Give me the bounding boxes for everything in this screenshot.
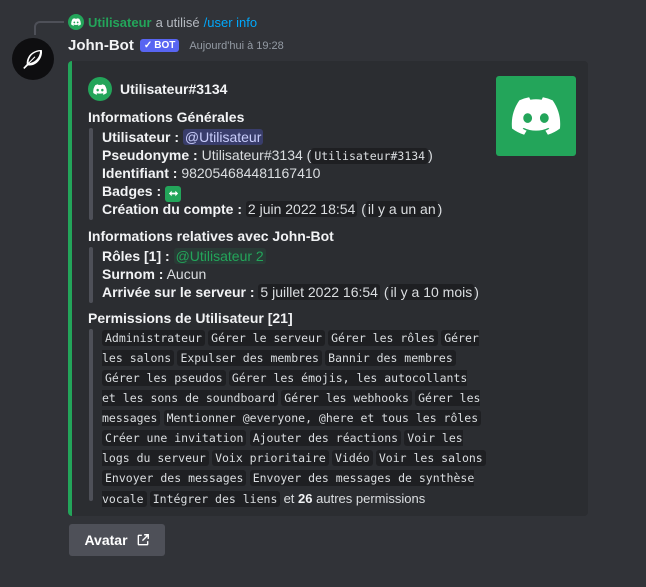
joined-relative[interactable]: il y a 10 mois <box>388 284 475 300</box>
discord-icon <box>88 77 112 101</box>
user-info-embed: Utilisateur#3134 Informations Générales … <box>68 61 588 516</box>
discord-icon <box>68 14 84 30</box>
feather-icon <box>23 50 43 69</box>
message-timestamp[interactable]: Aujourd'hui à 19:28 <box>189 40 283 52</box>
relative-info-title: Informations relatives avec John-Bot <box>88 228 334 244</box>
permissions-title: Permissions de Utilisateur [21] <box>88 310 293 326</box>
reply-used-text: a utilisé <box>155 14 200 30</box>
id-value: 982054684481167410 <box>181 165 321 181</box>
permission-item: Envoyer des messages <box>102 470 247 486</box>
message-header: John-Bot ✓ BOT Aujourd'hui à 19:28 <box>68 37 284 54</box>
id-label: Identifiant : <box>102 165 178 181</box>
bot-badge-label: BOT <box>154 40 176 51</box>
permission-item: Gérer le serveur <box>208 330 325 346</box>
permission-item: Ajouter des réactions <box>249 430 402 446</box>
permission-item: Gérer les pseudos <box>102 370 226 386</box>
created-label: Création du compte : <box>102 201 243 217</box>
role-mention[interactable]: @Utilisateur 2 <box>173 248 266 264</box>
external-link-icon <box>137 534 149 546</box>
bot-avatar[interactable] <box>12 38 54 80</box>
embed-author-name: Utilisateur#3134 <box>120 81 228 97</box>
permission-item: Vidéo <box>332 450 373 466</box>
more-permissions: et 26 autres permissions <box>283 491 426 506</box>
permission-item: Gérer les webhooks <box>281 390 412 406</box>
permission-item: Gérer les rôles <box>328 330 438 346</box>
check-icon: ✓ <box>143 40 153 51</box>
author-name[interactable]: John-Bot <box>68 37 134 54</box>
user-mention[interactable]: @Utilisateur <box>182 129 264 145</box>
permission-item: Créer une invitation <box>102 430 247 446</box>
created-date[interactable]: 2 juin 2022 18:54 <box>245 201 358 217</box>
bot-badge: ✓ BOT <box>139 39 180 52</box>
joined-label: Arrivée sur le serveur : <box>102 284 255 300</box>
created-relative[interactable]: il y a un an <box>365 201 438 217</box>
id-line: Identifiant : 982054684481167410 <box>102 165 320 181</box>
avatar-button[interactable]: Avatar <box>69 524 165 556</box>
permission-item: Administrateur <box>102 330 205 346</box>
embed-author: Utilisateur#3134 <box>88 77 227 101</box>
roles-label: Rôles [1] : <box>102 248 170 264</box>
created-line: Création du compte : 2 juin 2022 18:54 (… <box>102 201 443 217</box>
permission-item: Bannir des membres <box>325 350 456 366</box>
roles-line: Rôles [1] : @Utilisateur 2 <box>102 248 266 264</box>
general-info-title: Informations Générales <box>88 109 245 125</box>
reply-username[interactable]: Utilisateur <box>88 15 152 30</box>
permission-item: Expulser des membres <box>177 350 322 366</box>
discord-logo <box>511 97 561 135</box>
joined-date[interactable]: 5 juillet 2022 16:54 <box>258 284 380 300</box>
user-label: Utilisateur : <box>102 129 180 145</box>
nickname-code: Utilisateur#3134 <box>311 148 429 164</box>
nickname-line: Pseudonyme : Utilisateur#3134 (Utilisate… <box>102 147 433 164</box>
reply-command[interactable]: /user info <box>204 15 257 30</box>
permissions-list: Administrateur Gérer le serveur Gérer le… <box>102 329 488 510</box>
user-line: Utilisateur : @Utilisateur <box>102 129 264 145</box>
relative-info-quote <box>89 247 93 303</box>
avatar-button-label: Avatar <box>84 532 128 548</box>
permission-item: Mentionner @everyone, @here et tous les … <box>163 410 482 426</box>
nickname-value: Utilisateur#3134 <box>201 147 303 163</box>
active-developer-badge-icon[interactable] <box>165 185 182 202</box>
server-nick-value: Aucun <box>166 266 207 282</box>
embed-thumbnail[interactable] <box>496 76 576 156</box>
permission-item: Voir les salons <box>375 450 486 466</box>
general-info-quote <box>89 128 93 220</box>
permission-item: Voix prioritaire <box>212 450 329 466</box>
permissions-quote <box>89 329 93 501</box>
reply-connector <box>34 21 64 35</box>
server-nick-line: Surnom : Aucun <box>102 266 206 282</box>
badges-label: Badges : <box>102 183 162 199</box>
badges-line: Badges : <box>102 183 182 202</box>
server-nick-label: Surnom : <box>102 266 164 282</box>
joined-line: Arrivée sur le serveur : 5 juillet 2022 … <box>102 284 479 300</box>
permission-item: Intégrer des liens <box>149 491 281 507</box>
reply-context[interactable]: Utilisateur a utilisé /user info <box>68 14 257 30</box>
nickname-label: Pseudonyme : <box>102 147 198 163</box>
